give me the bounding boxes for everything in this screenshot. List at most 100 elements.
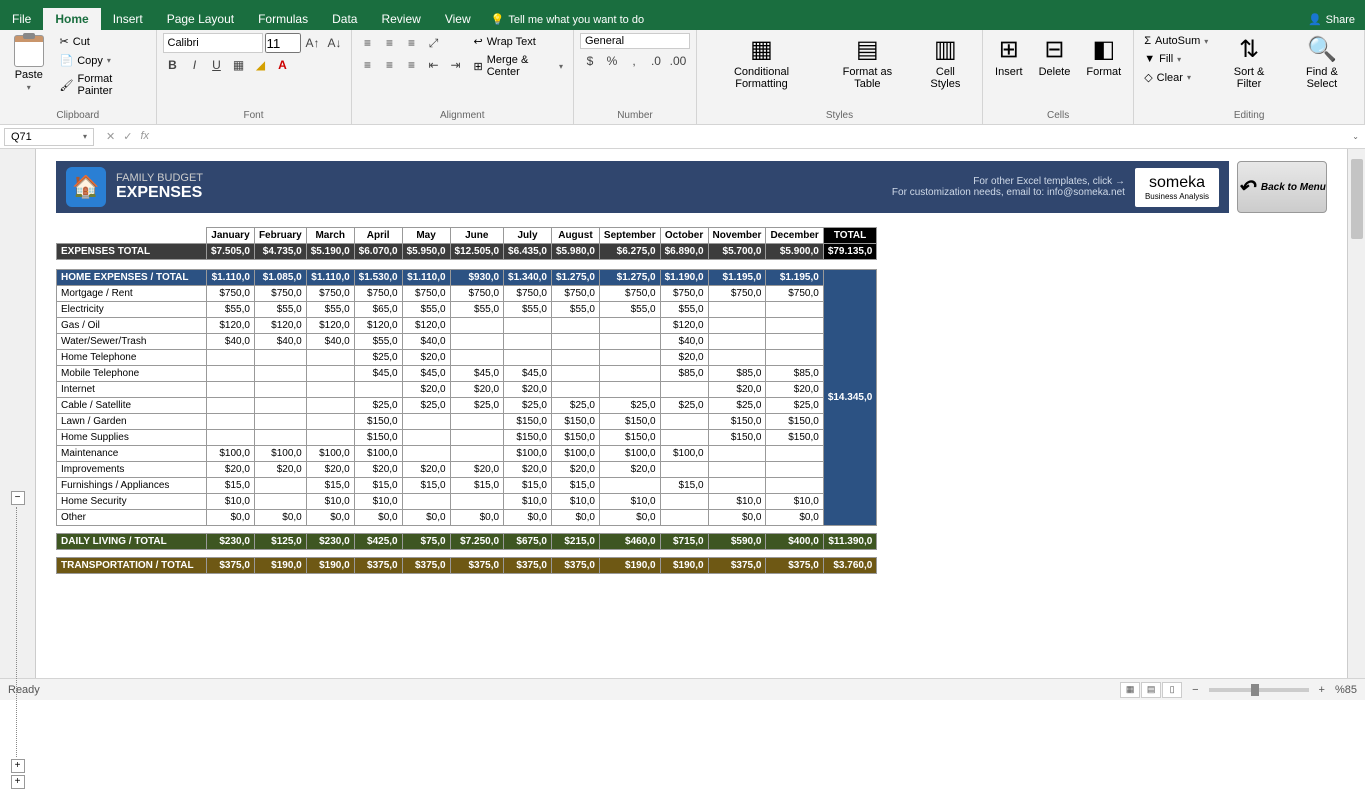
table-cell[interactable]: [766, 478, 823, 494]
table-cell[interactable]: $20,0: [402, 350, 450, 366]
table-cell[interactable]: $6.890,0: [660, 244, 708, 260]
conditional-formatting-button[interactable]: ▦Conditional Formatting: [703, 33, 820, 92]
merge-center-button[interactable]: ⊞Merge & Center ▾: [470, 52, 567, 80]
table-cell[interactable]: $375,0: [207, 558, 255, 574]
table-cell[interactable]: $0,0: [402, 510, 450, 526]
table-cell[interactable]: $750,0: [660, 286, 708, 302]
format-painter-button[interactable]: 🖌Format Painter: [56, 71, 150, 99]
table-cell[interactable]: $460,0: [599, 534, 660, 550]
table-cell[interactable]: [708, 462, 766, 478]
row-label[interactable]: Water/Sewer/Trash: [57, 334, 207, 350]
underline-button[interactable]: U: [207, 55, 227, 75]
align-center-icon[interactable]: ≡: [380, 55, 400, 75]
orientation-icon[interactable]: ⤢: [424, 33, 444, 53]
table-cell[interactable]: $40,0: [207, 334, 255, 350]
table-cell[interactable]: [450, 414, 504, 430]
table-cell[interactable]: $85,0: [660, 366, 708, 382]
zoom-slider[interactable]: [1209, 688, 1309, 692]
tab-view[interactable]: View: [433, 8, 483, 30]
table-cell[interactable]: $230,0: [207, 534, 255, 550]
table-cell[interactable]: [766, 462, 823, 478]
table-cell[interactable]: [450, 318, 504, 334]
font-size-select[interactable]: [265, 33, 301, 53]
table-cell[interactable]: $400,0: [766, 534, 823, 550]
tab-formulas[interactable]: Formulas: [246, 8, 320, 30]
scroll-thumb[interactable]: [1351, 159, 1363, 239]
table-cell[interactable]: $1.275,0: [551, 270, 599, 286]
table-cell[interactable]: $0,0: [450, 510, 504, 526]
table-cell[interactable]: $215,0: [551, 534, 599, 550]
table-cell[interactable]: $65,0: [354, 302, 402, 318]
table-cell[interactable]: [599, 318, 660, 334]
share-button[interactable]: 👤Share: [1298, 9, 1365, 30]
table-cell[interactable]: $55,0: [306, 302, 354, 318]
table-cell[interactable]: $100,0: [504, 446, 552, 462]
table-cell[interactable]: [306, 414, 354, 430]
table-cell[interactable]: $0,0: [306, 510, 354, 526]
table-cell[interactable]: $1.530,0: [354, 270, 402, 286]
table-cell[interactable]: [254, 414, 306, 430]
table-cell[interactable]: $75,0: [402, 534, 450, 550]
table-cell[interactable]: $1.275,0: [599, 270, 660, 286]
table-cell[interactable]: $750,0: [599, 286, 660, 302]
table-cell[interactable]: $55,0: [599, 302, 660, 318]
table-cell[interactable]: $590,0: [708, 534, 766, 550]
table-cell[interactable]: [402, 494, 450, 510]
find-select-button[interactable]: 🔍Find & Select: [1286, 33, 1358, 92]
inc-decimal-icon[interactable]: .0: [646, 51, 666, 71]
table-cell[interactable]: [450, 446, 504, 462]
table-cell[interactable]: [504, 334, 552, 350]
page-break-view-button[interactable]: ▯: [1162, 682, 1182, 698]
table-cell[interactable]: [306, 350, 354, 366]
table-cell[interactable]: $85,0: [766, 366, 823, 382]
someka-logo[interactable]: somekaBusiness Analysis: [1135, 168, 1219, 207]
row-label[interactable]: Electricity: [57, 302, 207, 318]
table-cell[interactable]: $6.275,0: [599, 244, 660, 260]
table-cell[interactable]: $10,0: [354, 494, 402, 510]
clear-button[interactable]: ◇Clear ▾: [1140, 69, 1212, 86]
table-cell[interactable]: $20,0: [450, 462, 504, 478]
table-cell[interactable]: $5.950,0: [402, 244, 450, 260]
table-cell[interactable]: $150,0: [504, 414, 552, 430]
row-label[interactable]: Other: [57, 510, 207, 526]
table-cell[interactable]: $190,0: [254, 558, 306, 574]
table-cell[interactable]: $15,0: [504, 478, 552, 494]
table-cell[interactable]: $100,0: [354, 446, 402, 462]
table-cell[interactable]: $375,0: [766, 558, 823, 574]
align-middle-icon[interactable]: ≡: [380, 33, 400, 53]
table-cell[interactable]: $55,0: [207, 302, 255, 318]
table-cell[interactable]: $45,0: [450, 366, 504, 382]
table-cell[interactable]: $25,0: [504, 398, 552, 414]
table-cell[interactable]: [207, 430, 255, 446]
table-cell[interactable]: $55,0: [450, 302, 504, 318]
table-cell[interactable]: $150,0: [766, 430, 823, 446]
table-cell[interactable]: $20,0: [766, 382, 823, 398]
table-cell[interactable]: $100,0: [207, 446, 255, 462]
table-cell[interactable]: $12.505,0: [450, 244, 504, 260]
tab-page-layout[interactable]: Page Layout: [155, 8, 246, 30]
font-color-button[interactable]: A: [273, 55, 293, 75]
table-cell[interactable]: $0,0: [551, 510, 599, 526]
table-cell[interactable]: $10,0: [207, 494, 255, 510]
table-cell[interactable]: [207, 382, 255, 398]
table-cell[interactable]: $120,0: [402, 318, 450, 334]
zoom-in-button[interactable]: +: [1319, 684, 1325, 696]
row-label[interactable]: Gas / Oil: [57, 318, 207, 334]
table-cell[interactable]: $230,0: [306, 534, 354, 550]
table-cell[interactable]: [599, 478, 660, 494]
table-cell[interactable]: $100,0: [660, 446, 708, 462]
table-cell[interactable]: $25,0: [551, 398, 599, 414]
table-cell[interactable]: $1.195,0: [766, 270, 823, 286]
row-label[interactable]: Home Security: [57, 494, 207, 510]
table-cell[interactable]: $750,0: [207, 286, 255, 302]
table-cell[interactable]: $15,0: [551, 478, 599, 494]
table-cell[interactable]: $15,0: [207, 478, 255, 494]
table-cell[interactable]: $15,0: [450, 478, 504, 494]
align-bottom-icon[interactable]: ≡: [402, 33, 422, 53]
comma-icon[interactable]: ,: [624, 51, 644, 71]
align-top-icon[interactable]: ≡: [358, 33, 378, 53]
outline-collapse-1[interactable]: −: [11, 491, 25, 505]
table-cell[interactable]: $85,0: [708, 366, 766, 382]
table-cell[interactable]: $120,0: [207, 318, 255, 334]
table-cell[interactable]: [306, 398, 354, 414]
